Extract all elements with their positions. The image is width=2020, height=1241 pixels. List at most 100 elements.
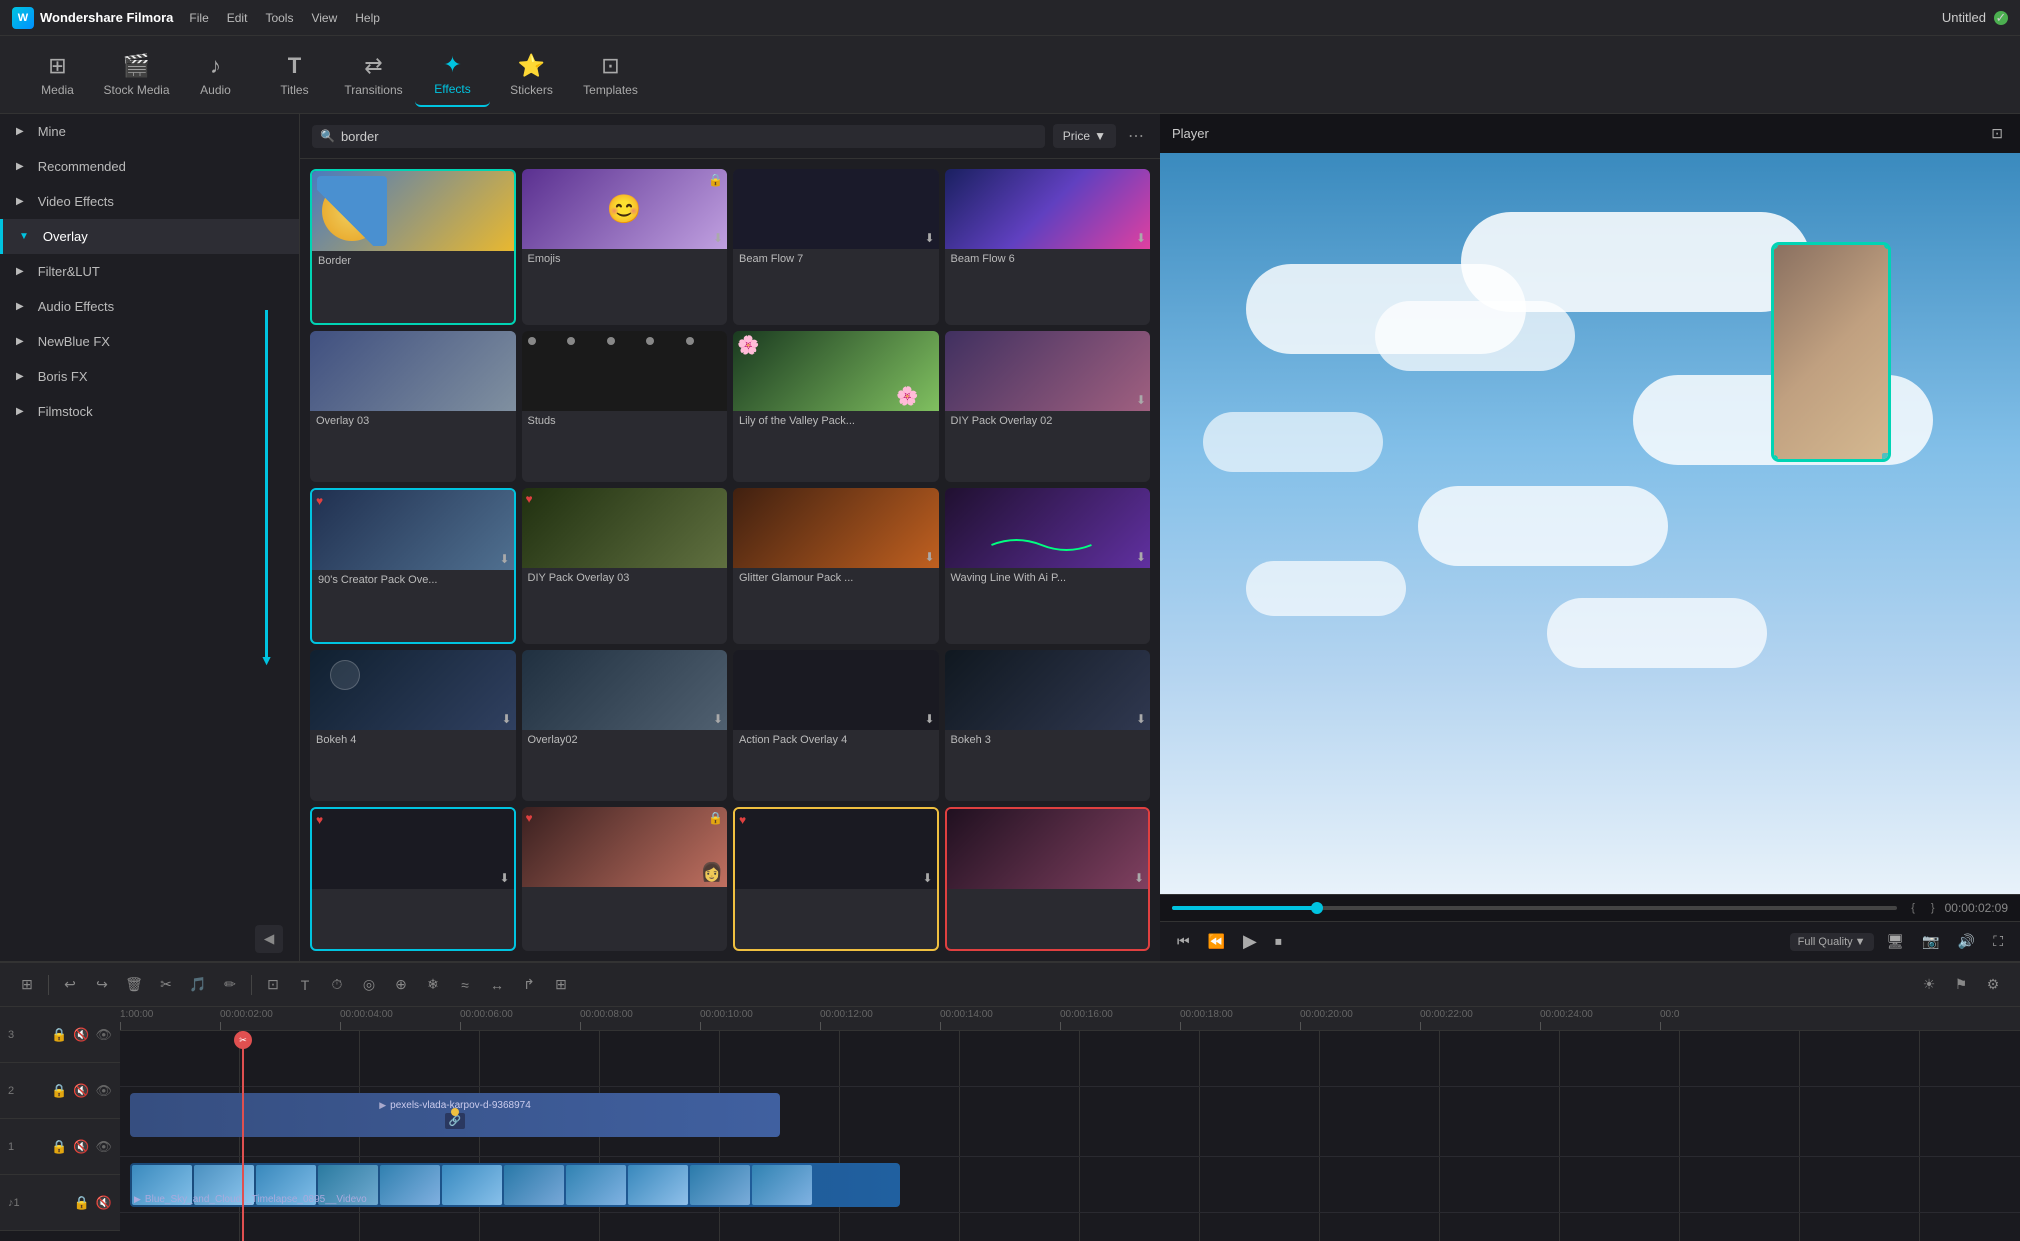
sidebar-item-boris[interactable]: ▶ Boris FX — [0, 359, 299, 394]
effect-card-actionpack[interactable]: ⬇ Action Pack Overlay 4 — [733, 650, 939, 802]
text-button[interactable]: T — [290, 971, 320, 999]
search-input[interactable] — [341, 129, 1037, 144]
progress-thumb[interactable] — [1311, 902, 1323, 914]
menu-help[interactable]: Help — [355, 11, 380, 25]
pen-button[interactable]: ✏ — [215, 971, 245, 999]
playhead[interactable]: ✂ — [242, 1031, 244, 1241]
stop-button[interactable]: ⏹ — [1270, 930, 1287, 953]
collapse-panel-button[interactable]: ◀ — [255, 925, 283, 953]
video-clip-2[interactable]: ▶ pexels-vlada-karpov-d-9368974 🔗 — [130, 1093, 780, 1138]
flag-button[interactable]: ⚑ — [1946, 971, 1976, 999]
toolbar-templates[interactable]: ⊡ Templates — [573, 43, 648, 107]
brightness-button[interactable]: ☀ — [1914, 971, 1944, 999]
sidebar-item-audio-effects[interactable]: ▶ Audio Effects — [0, 289, 299, 324]
delete-button[interactable]: 🗑 — [119, 971, 149, 999]
effect-card-emojis[interactable]: 🔒 😊 ⬇ Emojis — [522, 169, 728, 325]
effect-card-overlay02b[interactable]: ⬇ Overlay02 — [522, 650, 728, 802]
menu-view[interactable]: View — [311, 11, 337, 25]
crop-button[interactable]: ⊡ — [258, 971, 288, 999]
effect-card-diypack02[interactable]: ⬇ DIY Pack Overlay 02 — [945, 331, 1151, 483]
player-expand-button[interactable]: ⊡ — [1986, 122, 2008, 145]
track-visible-button[interactable]: 👁 — [95, 1139, 112, 1155]
menu-file[interactable]: File — [189, 11, 208, 25]
stabilize-button[interactable]: ◎ — [354, 971, 384, 999]
effect-card-pink[interactable]: ⬇ — [945, 807, 1151, 951]
track-visible-button[interactable]: 👁 — [95, 1027, 112, 1043]
audio-detach-button[interactable]: 🎵 — [183, 971, 213, 999]
toolbar-stock-media[interactable]: 🎬 Stock Media — [99, 43, 174, 107]
track-lock-button[interactable]: 🔒 — [51, 1083, 67, 1099]
track-lock-button[interactable]: 🔒 — [74, 1195, 90, 1211]
effect-card-creator90[interactable]: ♥ ⬇ 90's Creator Pack Ove... — [310, 488, 516, 644]
quality-selector[interactable]: Full Quality ▼ — [1790, 933, 1874, 951]
effect-card-dark2[interactable]: ♥ ⬇ — [733, 807, 939, 951]
track-visible-button[interactable]: 👁 — [95, 1083, 112, 1099]
freeze-button[interactable]: ❄ — [418, 971, 448, 999]
audio-button[interactable]: 🔊 — [1953, 930, 1980, 953]
track-audio-button[interactable]: 🔇 — [73, 1083, 89, 1099]
multi-select-button[interactable]: ⊞ — [546, 971, 576, 999]
effect-card-bokeh3[interactable]: ⬇ Bokeh 3 — [945, 650, 1151, 802]
split-view-button[interactable]: ⊞ — [12, 971, 42, 999]
split-button[interactable]: ✂ — [151, 971, 181, 999]
ruler-mark: 00:00:16:00 — [1060, 1009, 1180, 1030]
undo-button[interactable]: ↩ — [55, 971, 85, 999]
fullscreen-button[interactable]: ⛶ — [1988, 930, 2008, 953]
track-lock-button[interactable]: 🔒 — [51, 1139, 67, 1155]
menu-edit[interactable]: Edit — [227, 11, 248, 25]
effect-card-studs[interactable]: Studs — [522, 331, 728, 483]
playhead-handle[interactable]: ✂ — [234, 1031, 252, 1049]
effect-card-woman[interactable]: ♥ 🔒 👩 — [522, 807, 728, 951]
effect-card-beam7[interactable]: ⬇ Beam Flow 7 — [733, 169, 939, 325]
effect-card-diypack03[interactable]: ♥ DIY Pack Overlay 03 — [522, 488, 728, 644]
toolbar-audio[interactable]: ♪ Audio — [178, 43, 253, 107]
track-audio-button[interactable]: 🔇 — [73, 1027, 89, 1043]
price-filter-button[interactable]: Price ▼ — [1053, 124, 1116, 148]
toolbar-transitions[interactable]: ⇄ Transitions — [336, 43, 411, 107]
menu-tools[interactable]: Tools — [265, 11, 293, 25]
transform-button[interactable]: ⊕ — [386, 971, 416, 999]
ruler-mark: 00:00:06:00 — [460, 1009, 580, 1030]
speed-button[interactable]: ⏱ — [322, 971, 352, 999]
effect-card-dark1[interactable]: ♥ ⬇ — [310, 807, 516, 951]
arrow-edit-button[interactable]: ↔ — [482, 971, 512, 999]
forward-button[interactable]: ↱ — [514, 971, 544, 999]
sidebar-item-recommended[interactable]: ▶ Recommended — [0, 149, 299, 184]
skip-back-button[interactable]: ⏮ — [1172, 930, 1195, 953]
track-audio-button[interactable]: 🔇 — [73, 1139, 89, 1155]
more-options-button[interactable]: ⋯ — [1124, 122, 1148, 150]
track-lock-button[interactable]: 🔒 — [51, 1027, 67, 1043]
toolbar-media[interactable]: ⊞ Media — [20, 43, 95, 107]
sidebar-item-filmstock[interactable]: ▶ Filmstock — [0, 394, 299, 429]
effect-card-bokeh4[interactable]: ⬇ Bokeh 4 — [310, 650, 516, 802]
progress-bar[interactable] — [1172, 906, 1897, 910]
display-button[interactable]: 🖥 — [1882, 930, 1910, 953]
sidebar-item-video-effects[interactable]: ▶ Video Effects — [0, 184, 299, 219]
toolbar-titles[interactable]: T Titles — [257, 43, 332, 107]
toolbar-stickers[interactable]: ⭐ Stickers — [494, 43, 569, 107]
effect-card-border[interactable]: Border — [310, 169, 516, 325]
toolbar-effects[interactable]: ✦ Effects — [415, 43, 490, 107]
sidebar-item-overlay[interactable]: ▼ Overlay — [0, 219, 299, 254]
play-button[interactable]: ▶ — [1238, 928, 1262, 955]
sidebar-item-newblue[interactable]: ▶ NewBlue FX — [0, 324, 299, 359]
video-clip-1[interactable]: ▶ Blue_Sky_and_Clouds_Timelapse_0895__Vi… — [130, 1163, 900, 1207]
phone-overlay[interactable] — [1771, 242, 1891, 462]
effect-card-lily[interactable]: 🌸 🌸 Lily of the Valley Pack... — [733, 331, 939, 483]
snapshot-button[interactable]: 📷 — [1917, 930, 1944, 953]
sidebar-item-filter-lut[interactable]: ▶ Filter&LUT — [0, 254, 299, 289]
effect-card-overlay03[interactable]: Overlay 03 — [310, 331, 516, 483]
sidebar-item-mine[interactable]: ▶ Mine — [0, 114, 299, 149]
step-back-button[interactable]: ⏪ — [1203, 930, 1230, 953]
progress-fill — [1172, 906, 1317, 910]
effects-grid: Border 🔒 😊 ⬇ Emojis ⬇ Beam Flow 7 ⬇ — [300, 159, 1160, 961]
app-name: Wondershare Filmora — [40, 10, 173, 25]
track-audio-button[interactable]: 🔇 — [96, 1195, 112, 1211]
effect-card-beam6[interactable]: ⬇ Beam Flow 6 — [945, 169, 1151, 325]
effect-card-waving[interactable]: ⬇ Waving Line With Ai P... — [945, 488, 1151, 644]
redo-button[interactable]: ↪ — [87, 971, 117, 999]
ripple-button[interactable]: ≈ — [450, 971, 480, 999]
settings-button[interactable]: ⚙ — [1978, 971, 2008, 999]
effect-card-glitter[interactable]: ⬇ Glitter Glamour Pack ... — [733, 488, 939, 644]
player-header: Player ⊡ — [1160, 114, 2020, 153]
